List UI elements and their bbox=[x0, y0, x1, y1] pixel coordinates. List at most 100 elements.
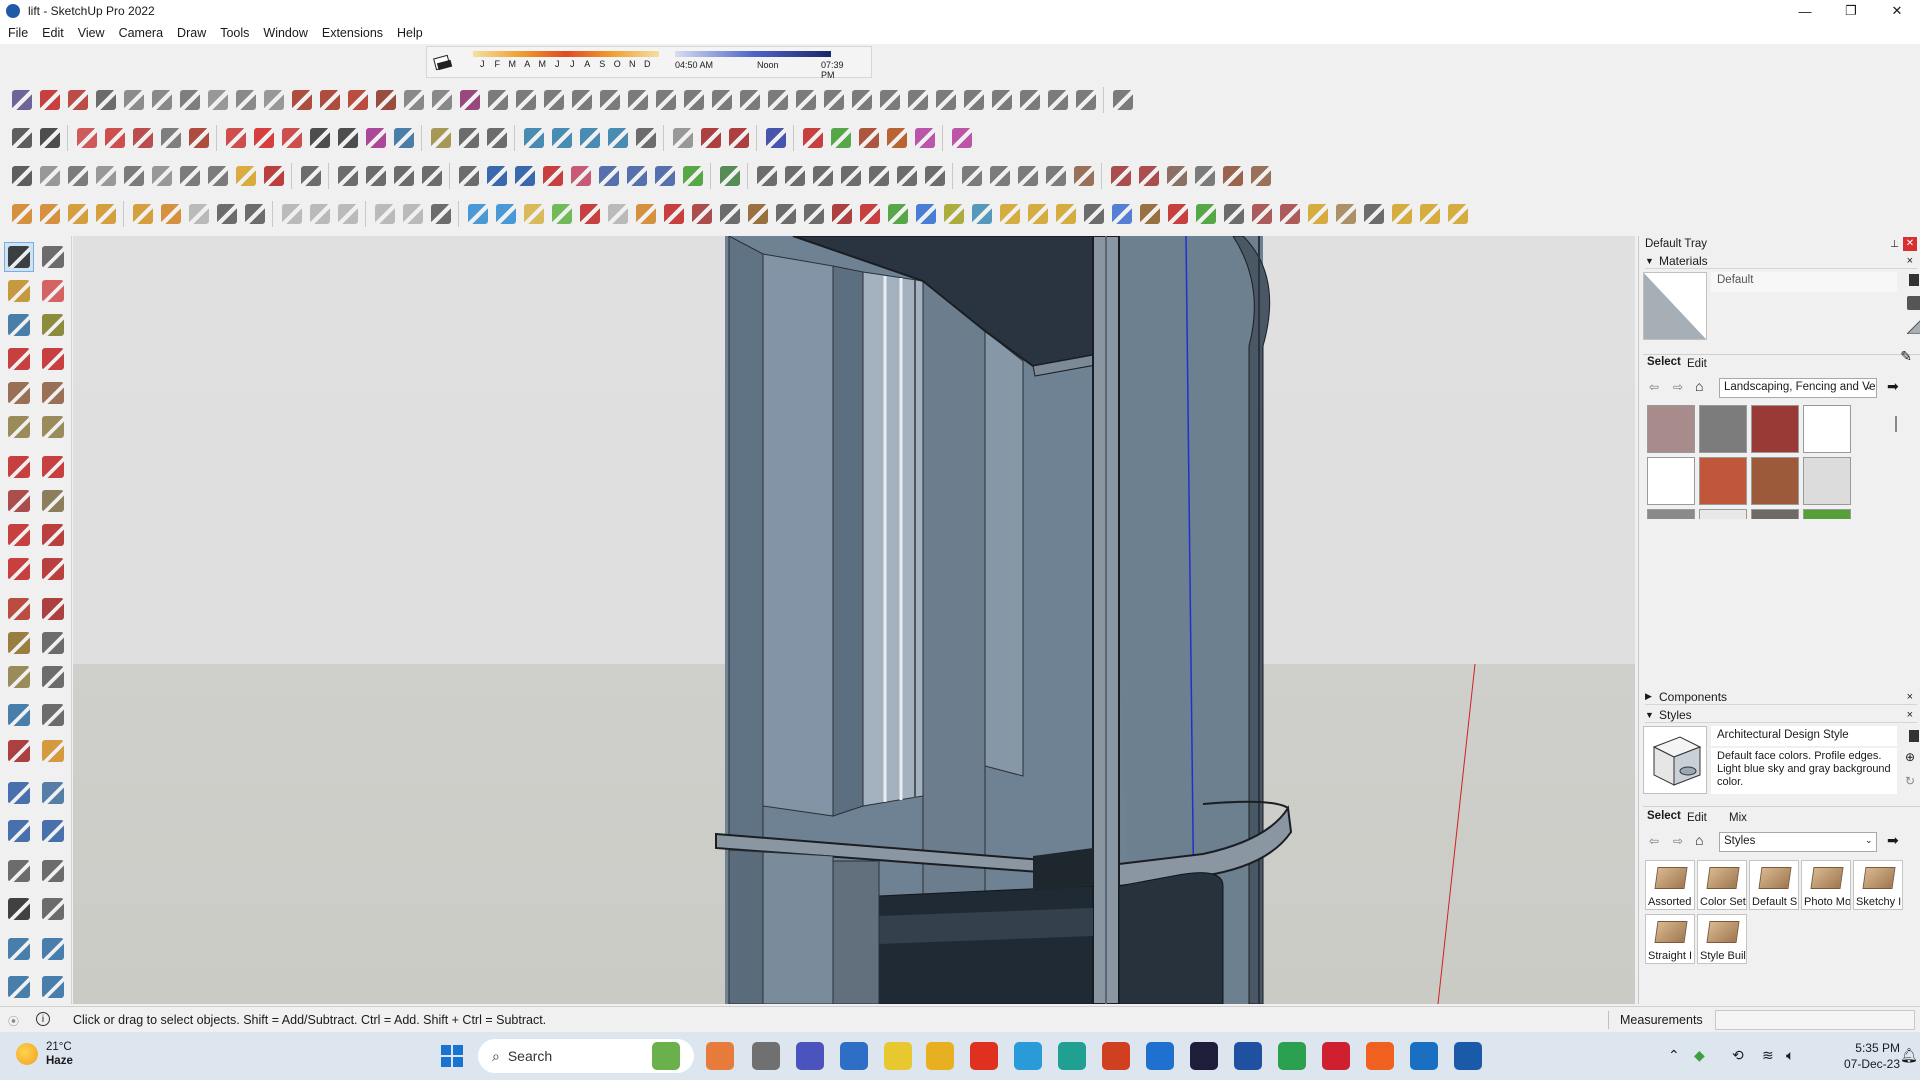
tool-button-icon[interactable] bbox=[596, 86, 624, 114]
tool-button-icon[interactable] bbox=[427, 124, 455, 152]
tool-button-icon[interactable] bbox=[4, 452, 34, 482]
shadows-toggle-icon[interactable] bbox=[433, 54, 453, 72]
soundcloud-icon[interactable] bbox=[1366, 1042, 1394, 1070]
tool-button-icon[interactable] bbox=[716, 162, 744, 190]
tool-button-icon[interactable] bbox=[399, 200, 427, 228]
tool-button-icon[interactable] bbox=[38, 778, 68, 808]
tool-button-icon[interactable] bbox=[306, 124, 334, 152]
tool-button-icon[interactable] bbox=[38, 662, 68, 692]
tool-button-icon[interactable] bbox=[38, 412, 68, 442]
tool-button-icon[interactable] bbox=[455, 162, 483, 190]
tool-button-icon[interactable] bbox=[540, 86, 568, 114]
styles-section-header[interactable]: ▼ Styles × bbox=[1645, 707, 1917, 723]
tool-button-icon[interactable] bbox=[157, 124, 185, 152]
create-style-icon[interactable]: ⊕ bbox=[1905, 750, 1915, 764]
style-thumbnail[interactable]: Photo Mo bbox=[1801, 860, 1851, 910]
tool-button-icon[interactable] bbox=[390, 124, 418, 152]
tool-button-icon[interactable] bbox=[38, 554, 68, 584]
tool-button-icon[interactable] bbox=[912, 200, 940, 228]
tool-button-icon[interactable] bbox=[316, 86, 344, 114]
details-arrow-icon[interactable]: ➡ bbox=[1887, 832, 1899, 849]
tool-button-icon[interactable] bbox=[483, 124, 511, 152]
tool-button-icon[interactable] bbox=[185, 200, 213, 228]
lock-icon[interactable] bbox=[1909, 730, 1919, 742]
style-thumbnail[interactable]: Sketchy I bbox=[1853, 860, 1903, 910]
tool-button-icon[interactable] bbox=[372, 86, 400, 114]
style-collection-select[interactable]: Styles bbox=[1719, 832, 1877, 852]
material-swatch[interactable] bbox=[1803, 457, 1851, 505]
tool-button-icon[interactable] bbox=[837, 162, 865, 190]
tool-button-icon[interactable] bbox=[4, 412, 34, 442]
tool-button-icon[interactable] bbox=[427, 200, 455, 228]
tool-button-icon[interactable] bbox=[4, 662, 34, 692]
material-swatch[interactable] bbox=[1803, 405, 1851, 453]
tool-button-icon[interactable] bbox=[38, 736, 68, 766]
material-name-field[interactable]: Default bbox=[1711, 272, 1897, 292]
tool-button-icon[interactable] bbox=[38, 276, 68, 306]
tool-button-icon[interactable] bbox=[4, 594, 34, 624]
tool-button-icon[interactable] bbox=[38, 452, 68, 482]
taskbar-clock[interactable]: 5:35 PM 07-Dec-23 bbox=[1820, 1040, 1900, 1072]
minimize-button[interactable]: — bbox=[1782, 0, 1828, 22]
volume-icon[interactable]: 🔈︎ bbox=[1786, 1047, 1794, 1064]
tool-button-icon[interactable] bbox=[792, 86, 820, 114]
time-slider[interactable] bbox=[675, 51, 831, 57]
tool-button-icon[interactable] bbox=[781, 162, 809, 190]
tool-button-icon[interactable] bbox=[4, 520, 34, 550]
tool-button-icon[interactable] bbox=[36, 200, 64, 228]
tool-button-icon[interactable] bbox=[250, 124, 278, 152]
lock-icon[interactable] bbox=[1909, 274, 1919, 286]
app-icon[interactable] bbox=[1146, 1042, 1174, 1070]
tool-button-icon[interactable] bbox=[334, 162, 362, 190]
tool-button-icon[interactable] bbox=[744, 200, 772, 228]
menu-window[interactable]: Window bbox=[263, 26, 307, 40]
tool-button-icon[interactable] bbox=[36, 162, 64, 190]
tool-button-icon[interactable] bbox=[595, 162, 623, 190]
back-arrow-icon[interactable]: ⇦ bbox=[1649, 834, 1659, 848]
style-thumbnail[interactable]: Style Buil bbox=[1697, 914, 1747, 964]
tool-button-icon[interactable] bbox=[288, 86, 316, 114]
app-icon[interactable] bbox=[1410, 1042, 1438, 1070]
geolocation-icon[interactable]: ⦿ bbox=[8, 1013, 19, 1029]
tool-button-icon[interactable] bbox=[1360, 200, 1388, 228]
forward-arrow-icon[interactable]: ⇨ bbox=[1673, 834, 1683, 848]
tool-button-icon[interactable] bbox=[1247, 162, 1275, 190]
tool-button-icon[interactable] bbox=[848, 86, 876, 114]
tool-button-icon[interactable] bbox=[38, 816, 68, 846]
tool-button-icon[interactable] bbox=[624, 86, 652, 114]
tool-button-icon[interactable] bbox=[688, 200, 716, 228]
tool-button-icon[interactable] bbox=[344, 86, 372, 114]
tool-button-icon[interactable] bbox=[932, 86, 960, 114]
close-icon[interactable]: × bbox=[1907, 255, 1913, 267]
pin-icon[interactable]: ⊥ bbox=[1890, 239, 1899, 250]
tool-button-icon[interactable] bbox=[36, 86, 64, 114]
tool-button-icon[interactable] bbox=[520, 124, 548, 152]
tool-button-icon[interactable] bbox=[4, 276, 34, 306]
tool-button-icon[interactable] bbox=[492, 200, 520, 228]
tool-button-icon[interactable] bbox=[4, 736, 34, 766]
style-thumbnail[interactable]: Assorted bbox=[1645, 860, 1695, 910]
materials-section-header[interactable]: ▼ Materials × bbox=[1645, 253, 1917, 269]
styles-tab-select[interactable]: Select bbox=[1647, 810, 1681, 822]
tool-button-icon[interactable] bbox=[764, 86, 792, 114]
tool-button-icon[interactable] bbox=[4, 934, 34, 964]
forward-arrow-icon[interactable]: ⇨ bbox=[1673, 380, 1683, 394]
wifi-icon[interactable]: ≋ bbox=[1762, 1047, 1774, 1064]
tool-button-icon[interactable] bbox=[148, 86, 176, 114]
tool-button-icon[interactable] bbox=[92, 86, 120, 114]
material-swatch[interactable] bbox=[1751, 509, 1799, 519]
app-icon[interactable] bbox=[1234, 1042, 1262, 1070]
material-swatch[interactable] bbox=[1699, 509, 1747, 519]
tool-button-icon[interactable] bbox=[38, 934, 68, 964]
sticky-notes-icon[interactable] bbox=[884, 1042, 912, 1070]
tool-button-icon[interactable] bbox=[1135, 162, 1163, 190]
tool-button-icon[interactable] bbox=[623, 162, 651, 190]
tool-button-icon[interactable] bbox=[101, 124, 129, 152]
office-icon[interactable] bbox=[706, 1042, 734, 1070]
tool-button-icon[interactable] bbox=[1416, 200, 1444, 228]
model-viewport[interactable] bbox=[73, 236, 1635, 1004]
tool-button-icon[interactable] bbox=[799, 124, 827, 152]
tool-button-icon[interactable] bbox=[38, 242, 68, 272]
tool-button-icon[interactable] bbox=[828, 200, 856, 228]
telegram-icon[interactable] bbox=[1014, 1042, 1042, 1070]
